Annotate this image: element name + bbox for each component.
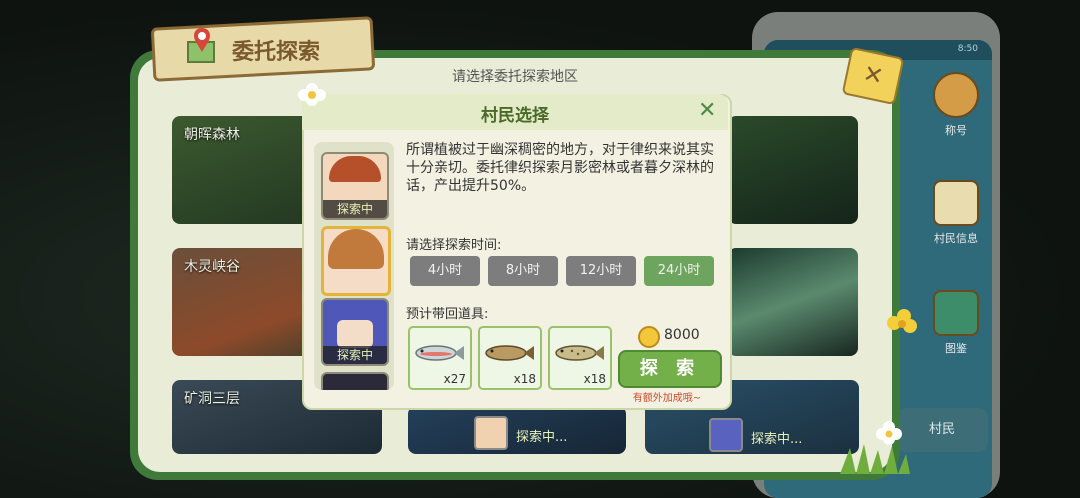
page-subtitle: 请选择委托探索地区 [452,69,578,85]
explore-status: 探索中... [751,432,803,447]
area-card-right-1[interactable] [728,116,858,224]
villager-face [337,320,373,348]
villager-list[interactable]: 探索中 探索中 [314,142,394,390]
area-name: 朝晖森林 [184,127,240,143]
explore-button[interactable]: 探 索 [618,350,722,388]
explore-status: 探索中... [516,430,568,445]
flower-icon [298,83,326,106]
item-count: x27 [443,372,466,386]
side-item-label: 村民信息 [934,232,978,245]
side-item-villager-info[interactable]: 村民信息 [912,180,1000,246]
phone-time: 8:50 [957,44,978,54]
fish-red-icon [415,345,464,361]
map-pin-icon [187,28,215,63]
time-label: 请选择探索时间: [406,238,502,253]
dialog-description: 所谓植被过于幽深稠密的地方，对于律织来说其实十分亲切。委托律织探索月影密林或者暮… [406,142,714,194]
item-count: x18 [513,372,536,386]
time-option-8h[interactable]: 8小时 [488,256,558,286]
villager-hair [328,229,384,269]
side-item-title[interactable]: 称号 [912,72,1000,138]
items-label: 预计带回道具: [406,307,489,322]
page-title: 委托探索 [232,40,321,65]
fish-spotted-icon [555,345,604,361]
villager-avatar [474,416,508,450]
villager-avatar [709,418,743,452]
area-card-right-2[interactable] [728,248,858,356]
dialog-close-icon[interactable]: ✕ [698,98,716,123]
time-option-12h[interactable]: 12小时 [566,256,636,286]
time-option-4h[interactable]: 4小时 [410,256,480,286]
fish-brown-icon [485,345,534,361]
side-item-label: 图鉴 [945,342,967,355]
bonus-note: 有额外加成哦~ [632,393,702,404]
villager-hair [329,156,381,182]
area-card-bottom-1[interactable]: 探索中... [408,406,626,454]
book-icon [933,290,979,336]
dialog-title: 村民选择 [481,106,549,126]
profile-card-icon [933,180,979,226]
coin-icon [638,326,660,348]
reward-item[interactable]: x27 [408,326,472,390]
badge-icon [933,72,979,118]
villager-portrait[interactable]: 探索中 [321,152,389,220]
reward-item[interactable]: x18 [548,326,612,390]
villager-portrait[interactable] [321,372,389,390]
side-item-collection[interactable]: 图鉴 [912,290,1000,356]
grass-icon [840,444,910,474]
villager-status: 探索中 [323,200,387,218]
item-count: x18 [583,372,606,386]
villager-status: 探索中 [323,346,387,364]
yellow-flower-icon [887,309,917,333]
villager-portrait[interactable]: 探索中 [321,298,389,366]
time-option-24h[interactable]: 24小时 [644,256,714,286]
villager-portrait-selected[interactable] [321,226,391,296]
area-name: 矿洞三层 [184,391,240,407]
explore-cost: 8000 [664,327,700,343]
reward-item[interactable]: x18 [478,326,542,390]
area-name: 木灵峡谷 [184,259,240,275]
side-item-label: 称号 [945,124,967,137]
